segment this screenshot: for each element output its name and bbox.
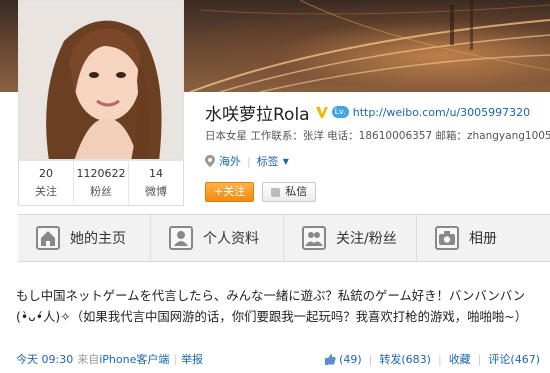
- post-source-prefix: 来自: [77, 353, 100, 366]
- profile-tags-row: 海外 | 标签 ▼: [205, 153, 289, 169]
- actions-separator: |: [368, 352, 373, 366]
- stat-fans-label: 粉丝: [90, 185, 112, 198]
- tab-album[interactable]: 相册: [417, 215, 550, 261]
- post-actions: (49) | 转发(683) | 收藏 | 评论(467): [325, 350, 540, 368]
- location-link[interactable]: 海外: [219, 153, 241, 169]
- comment-link[interactable]: 评论(467): [488, 351, 540, 367]
- tab-profile[interactable]: 个人资料: [151, 215, 284, 261]
- stat-fans-count: 1120622: [76, 167, 126, 180]
- stat-following-count: 20: [39, 167, 53, 180]
- profile-actions: +关注 私信: [205, 182, 317, 202]
- meta-separator: |: [173, 352, 178, 366]
- favorite-link[interactable]: 收藏: [449, 351, 471, 367]
- repost-link[interactable]: 转发(683): [379, 351, 431, 367]
- profile-name-row: 水咲萝拉Rola Lv. http://weibo.com/u/30059973…: [205, 100, 530, 125]
- stat-weibo[interactable]: 14 微博: [129, 161, 183, 205]
- tab-home-label: 她的主页: [70, 231, 126, 247]
- like-icon[interactable]: [325, 353, 336, 365]
- avatar[interactable]: [18, 0, 184, 160]
- stat-weibo-count: 14: [149, 167, 163, 180]
- actions-separator: |: [437, 352, 442, 366]
- follow-button[interactable]: +关注: [205, 182, 255, 202]
- report-link[interactable]: 举报: [181, 351, 203, 367]
- profile-stats: 20 关注 1120622 粉丝 14 微博: [18, 160, 184, 206]
- users-icon: [302, 226, 326, 250]
- tab-follow-fans[interactable]: 关注/粉丝: [284, 215, 417, 261]
- post-text: もし中国ネットゲームを代言したら、みんな一緒に遊ぶ？私銃のゲーム好き！バンバンバ…: [16, 288, 528, 324]
- message-button[interactable]: 私信: [262, 182, 317, 202]
- location-pin-icon: [205, 155, 215, 167]
- tab-follow-fans-label: 关注/粉丝: [336, 231, 397, 247]
- post-source[interactable]: iPhone客户端: [99, 351, 169, 367]
- like-count[interactable]: (49): [339, 353, 362, 366]
- tab-profile-label: 个人资料: [203, 231, 259, 247]
- tags-separator: |: [247, 154, 251, 168]
- tab-home[interactable]: 她的主页: [18, 215, 151, 261]
- profile-tab-bar: 她的主页 个人资料 关注/粉丝 相册: [18, 214, 550, 262]
- level-badge[interactable]: Lv.: [331, 106, 349, 118]
- stat-fans[interactable]: 1120622 粉丝: [74, 161, 129, 205]
- chevron-down-icon[interactable]: ▼: [283, 157, 289, 166]
- message-icon: [271, 187, 281, 197]
- stat-following-label: 关注: [35, 185, 57, 198]
- profile-description: 日本女星 工作联系：张洋 电话：18610006357 邮箱：zhangyang…: [205, 130, 550, 142]
- avatar-photo: [19, 1, 183, 159]
- tags-link[interactable]: 标签: [257, 153, 279, 169]
- camera-icon: [435, 226, 459, 250]
- stat-following[interactable]: 20 关注: [19, 161, 74, 205]
- profile-icon: [169, 226, 193, 250]
- post-time[interactable]: 今天 09:30: [16, 351, 73, 367]
- message-button-label: 私信: [285, 185, 308, 198]
- profile-url-link[interactable]: http://weibo.com/u/3005997320: [353, 106, 530, 119]
- tab-album-label: 相册: [469, 231, 497, 247]
- stat-weibo-label: 微博: [145, 185, 167, 198]
- home-icon: [36, 226, 60, 250]
- actions-separator: |: [477, 352, 482, 366]
- profile-name: 水咲萝拉Rola: [205, 104, 310, 125]
- verified-icon[interactable]: [314, 104, 330, 120]
